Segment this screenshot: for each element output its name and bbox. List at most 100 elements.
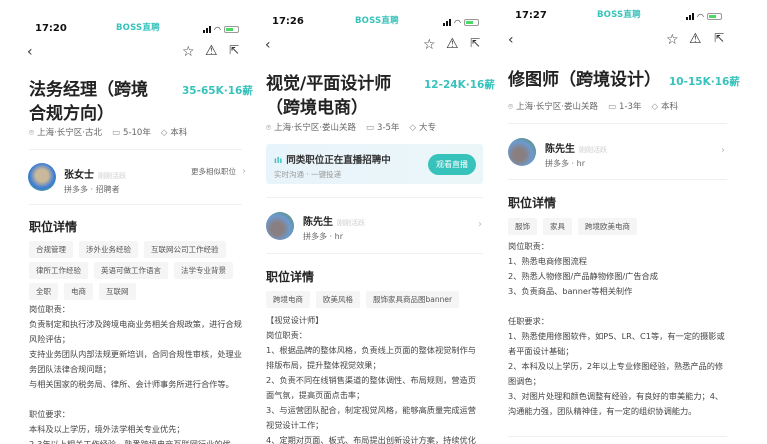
recruiter-name: 陈先生 [545,144,575,155]
experience: ▭ 5-10年 [112,128,151,138]
favorite-star-icon[interactable]: ☆ [182,45,195,59]
share-icon[interactable]: ⇱ [229,44,239,56]
live-bars-icon: ılı [274,156,283,165]
status-icons: ◠ [686,12,722,21]
recruiter-company: 拼多多 · hr [545,159,585,168]
job-description: 【视觉设计师】 岗位职责： 1、根据品牌的整体风格，负责线上页面的整体视觉制作与… [266,315,476,444]
tag-list: 合规管理 涉外业务经验 互联网公司工作经验 律所工作经验 英语可做工作语言 法学… [29,241,239,300]
chevron-right-icon[interactable]: › [721,145,725,156]
status-time: 17:26 [272,16,304,27]
active-status: 刚刚活跃 [337,219,365,227]
job-title: 法务经理（跨境合规方向） [29,80,148,124]
report-warning-icon[interactable]: ⚠ [446,37,459,51]
recruiter-company: 拼多多 · hr [303,232,343,241]
graduation-cap-icon: ◇ [160,128,168,138]
recruiter-name: 张女士 [64,170,94,181]
tag-list: 跨境电商 欧美风格 服饰家具商品图banner [266,291,486,308]
briefcase-icon: ▭ [608,102,617,112]
signal-icon [443,19,451,26]
divider [508,436,727,437]
tag: 法学专业背景 [174,262,233,279]
chevron-right-icon[interactable]: › [478,219,482,230]
tag: 家具 [543,218,572,235]
tag: 跨境欧美电商 [578,218,637,235]
back-button[interactable]: ‹ [27,45,33,59]
tag: 英语可做工作语言 [94,262,168,279]
tag-list: 服饰 家具 跨境欧美电商 [508,218,728,235]
active-status: 刚刚活跃 [579,146,607,154]
signal-icon [686,13,694,20]
recruiter-avatar[interactable] [266,212,294,240]
briefcase-icon: ▭ [366,123,375,133]
favorite-star-icon[interactable]: ☆ [423,38,436,52]
status-icons: ◠ [443,18,479,27]
graduation-cap-icon: ◇ [651,102,658,112]
education: ◇ 大专 [409,123,436,133]
salary: 35-65K·16薪 [182,85,253,97]
section-title: 职位详情 [29,220,78,234]
education: ◇ 本科 [651,102,678,112]
recruiter-info[interactable]: 陈先生 刚刚活跃 拼多多 · hr [545,140,607,169]
tag: 互联网公司工作经验 [144,241,226,258]
recruiter-avatar[interactable] [508,138,536,166]
salary: 12-24K·16薪 [424,79,495,91]
location: ⌾ 上海·长宁区·娄山关路 [508,102,599,112]
app-logo: BOSS直聘 [355,16,399,26]
tag: 电商 [64,283,93,300]
job-meta: ⌾ 上海·长宁区·娄山关路 ▭ 3-5年 ◇ 大专 [266,121,436,133]
section-title: 职位详情 [266,270,315,284]
live-subtitle: 实时沟通 · 一键投递 [274,170,342,179]
chevron-right-icon: › [242,166,246,177]
app-logo: BOSS直聘 [597,10,641,20]
recruiter-company: 拼多多 · 招聘者 [64,185,120,194]
status-icons: ◠ [203,25,239,34]
job-description: 岗位职责： 负责制定和执行涉及跨境电商业务相关合规政策，进行合规风险评估； 支持… [29,304,242,444]
favorite-star-icon[interactable]: ☆ [666,33,679,47]
back-button[interactable]: ‹ [508,33,514,47]
section-title: 职位详情 [508,196,557,210]
location-pin-icon: ⌾ [508,102,514,112]
live-recruiting-banner[interactable]: ılı 同类职位正在直播招聘中 实时沟通 · 一键投递 观看直播 [266,144,483,184]
tag: 互联网 [99,283,136,300]
job-detail-screen-3: 17:27 BOSS直聘 ◠ ‹ ☆ ⚠ ⇱ 修图师（跨境设计） 10-15K·… [500,0,767,444]
recruiter-info[interactable]: 陈先生 刚刚活跃 拼多多 · hr [303,213,365,242]
graduation-cap-icon: ◇ [409,123,416,133]
tag: 涉外业务经验 [79,241,138,258]
briefcase-icon: ▭ [112,128,121,138]
wifi-icon: ◠ [697,12,704,21]
location: ⌾ 上海·长宁区·娄山关路 [266,123,357,133]
recruiter-info[interactable]: 张女士 刚刚活跃 拼多多 · 招聘者 [64,166,126,195]
job-description: 岗位职责： 1、熟悉电商修图流程 2、熟悉人物修图/产品静物修图/广告合成 3、… [508,241,725,416]
recruiter-name: 陈先生 [303,217,333,228]
tag: 服饰家具商品图banner [366,291,460,308]
tag: 全职 [29,283,58,300]
battery-icon [223,26,239,33]
job-meta: ⌾ 上海·长宁区·娄山关路 ▭ 1-3年 ◇ 本科 [508,100,678,112]
divider [266,197,483,198]
watch-live-button[interactable]: 观看直播 [428,154,476,175]
job-detail-screen-1: 17:20 BOSS直聘 ◠ ‹ ☆ ⚠ ⇱ 法务经理（跨境合规方向） 35-6… [0,0,256,444]
tag: 律所工作经验 [29,262,88,279]
back-button[interactable]: ‹ [265,38,271,52]
divider [29,149,242,150]
experience: ▭ 1-3年 [608,102,642,112]
location-pin-icon: ⌾ [266,123,272,133]
location-pin-icon: ⌾ [29,128,35,138]
divider [266,253,483,254]
divider [508,123,727,124]
tag: 服饰 [508,218,537,235]
share-icon[interactable]: ⇱ [714,32,724,44]
report-warning-icon[interactable]: ⚠ [205,44,218,58]
job-title: 修图师（跨境设计） [508,70,661,90]
recruiter-avatar[interactable] [28,163,56,191]
status-time: 17:20 [35,23,67,34]
job-title: 视觉/平面设计师（跨境电商） [266,74,392,118]
divider [29,204,242,205]
wifi-icon: ◠ [214,25,221,34]
more-similar-jobs-link[interactable]: 更多相似职位 › [191,166,246,177]
report-warning-icon[interactable]: ⚠ [689,32,702,46]
job-detail-screen-2: 17:26 BOSS直聘 ◠ ‹ ☆ ⚠ ⇱ 视觉/平面设计师（跨境电商） 12… [256,0,500,444]
share-icon[interactable]: ⇱ [470,37,480,49]
tag: 合规管理 [29,241,73,258]
salary: 10-15K·16薪 [669,76,740,88]
